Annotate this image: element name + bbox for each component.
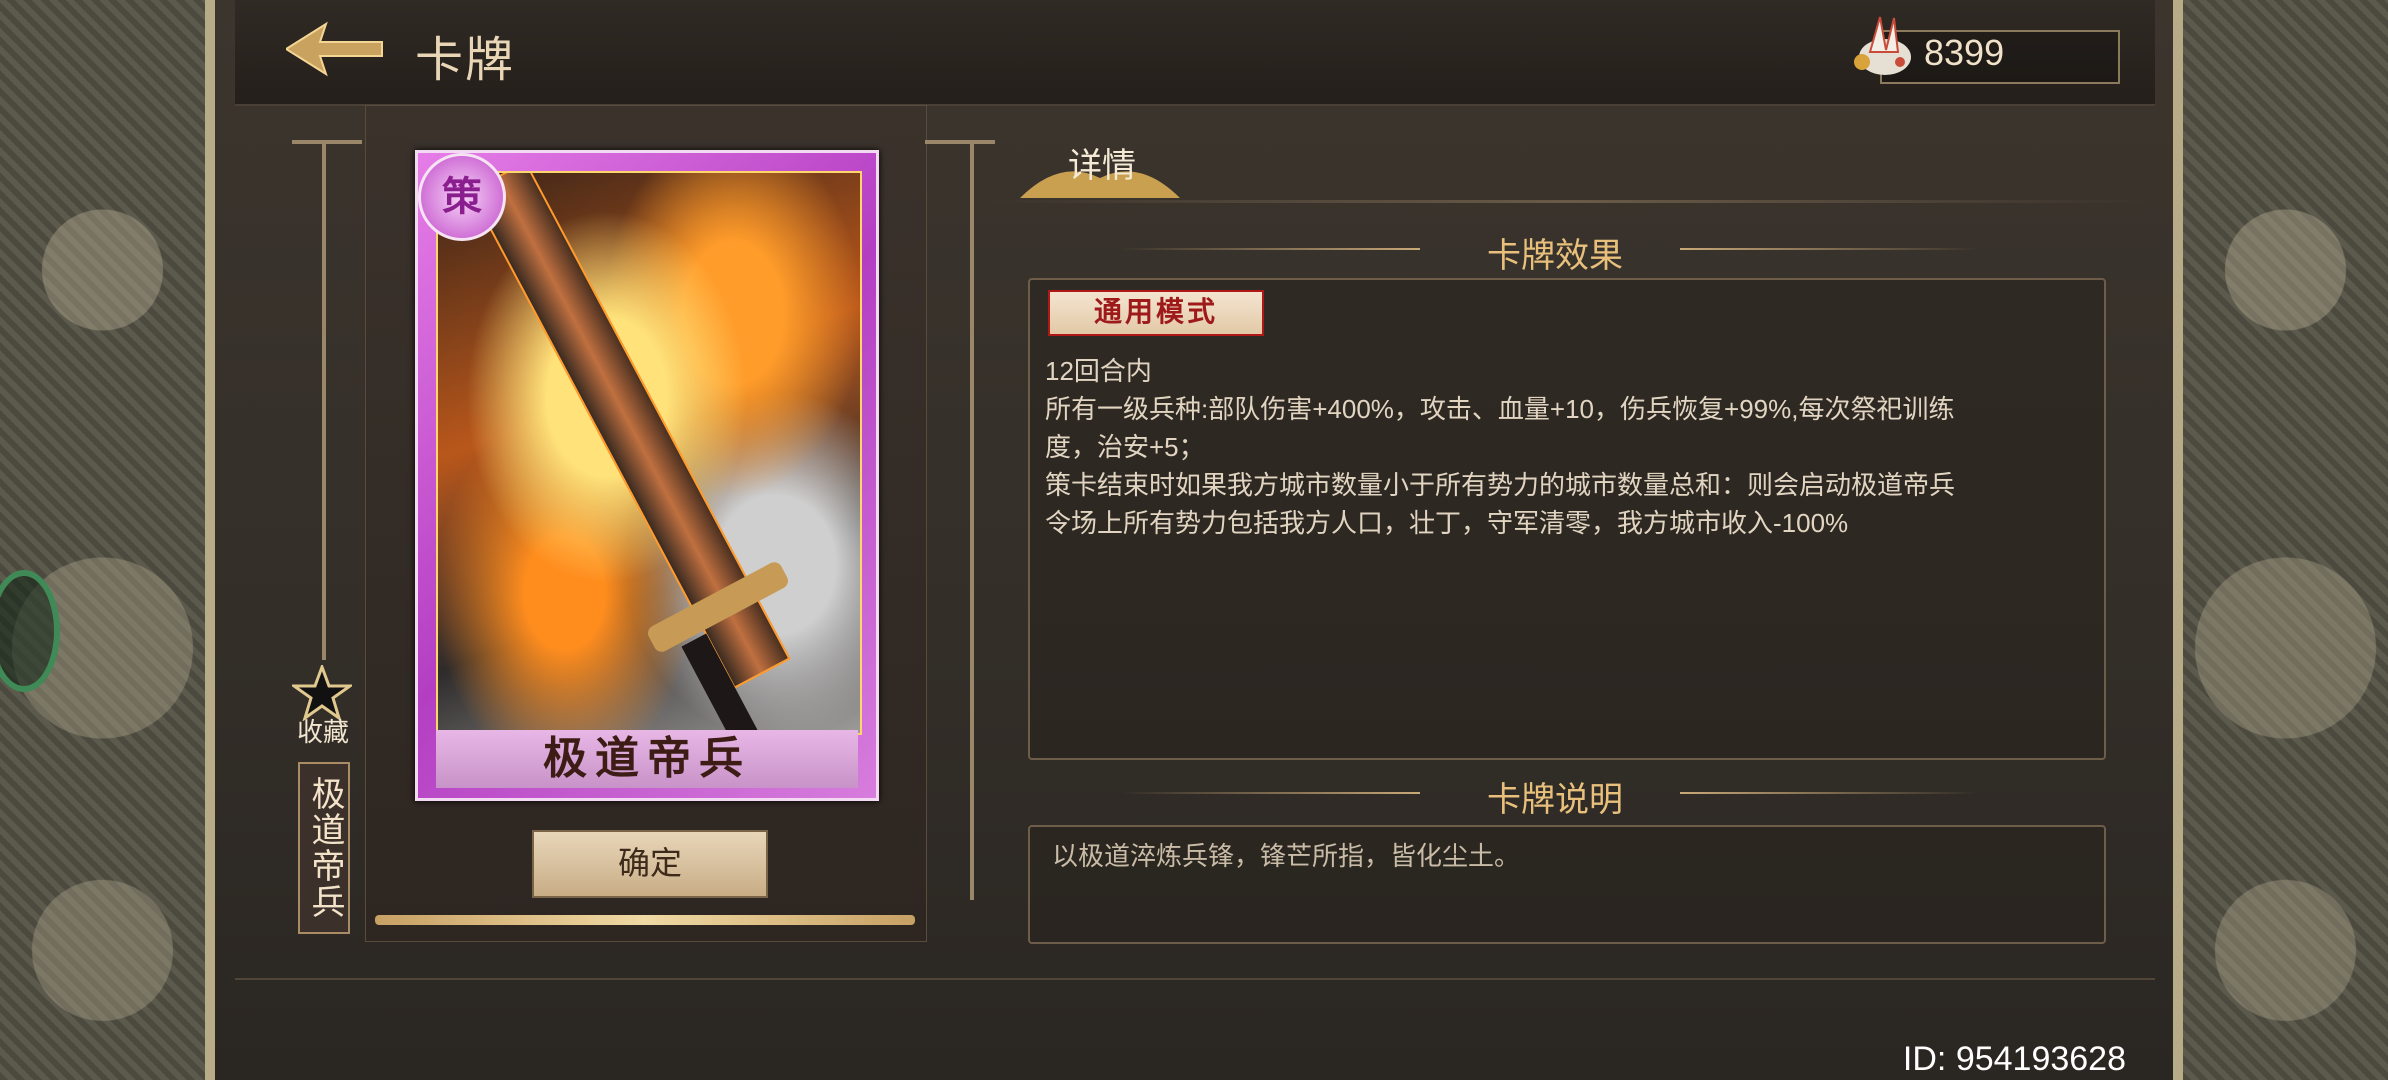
left-decor-panel [0,0,215,1080]
card-image[interactable]: 策 极道帝兵 [415,150,879,801]
page-title: 卡牌 [415,34,516,87]
card-vertical-name: 极道帝兵 [298,762,350,934]
footer-divider [235,978,2155,980]
sword-blade [469,173,791,690]
mode-tag: 通用模式 [1048,290,1264,336]
stand-bar-left [292,140,362,144]
card-progress-bar [375,915,915,925]
effect-heading-line-right [1680,248,1980,250]
effect-heading-line-left [1120,248,1420,250]
stand-post-left [322,140,326,660]
favorite-label[interactable]: 收藏 [292,712,354,749]
back-button[interactable] [284,18,386,80]
desc-heading-line-left [1120,792,1420,794]
effect-line: 令场上所有势力包括我方人口，壮丁，守军清零，我方城市收入-100% [1045,508,1849,538]
stand-bar-right [925,140,995,144]
desc-heading-line-right [1680,792,1980,794]
effect-line: 度，治安+5； [1045,432,1205,462]
card-name: 极道帝兵 [436,730,858,788]
effect-heading: 卡牌效果 [1487,237,1623,275]
stand-post-right [970,140,974,900]
desc-text: 以极道淬炼兵锋，锋芒所指，皆化尘土。 [1052,841,1521,871]
card-type-badge: 策 [418,153,506,241]
card-artwork [436,171,862,735]
back-arrow-icon [284,21,383,77]
effect-line: 12回合内 [1045,356,1152,386]
effect-text: 12回合内 所有一级兵种:部队伤害+400%，攻击、血量+10，伤兵恢复+99%… [1045,352,2045,542]
tab-details-label[interactable]: 详情 [1068,138,1136,187]
player-id: ID: 954193628 [1902,1040,2126,1078]
currency-value: 8399 [1924,32,2005,73]
effect-line: 所有一级兵种:部队伤害+400%，攻击、血量+10，伤兵恢复+99%,每次祭祀训… [1045,394,1955,424]
right-decor-panel [2173,0,2388,1080]
feather-coin-icon [1850,12,1920,82]
confirm-button[interactable]: 确定 [532,830,768,898]
desc-heading: 卡牌说明 [1487,781,1623,819]
tab-divider [985,200,2155,203]
effect-line: 策卡结束时如果我方城市数量小于所有势力的城市数量总和：则会启动极道帝兵 [1045,470,1956,500]
